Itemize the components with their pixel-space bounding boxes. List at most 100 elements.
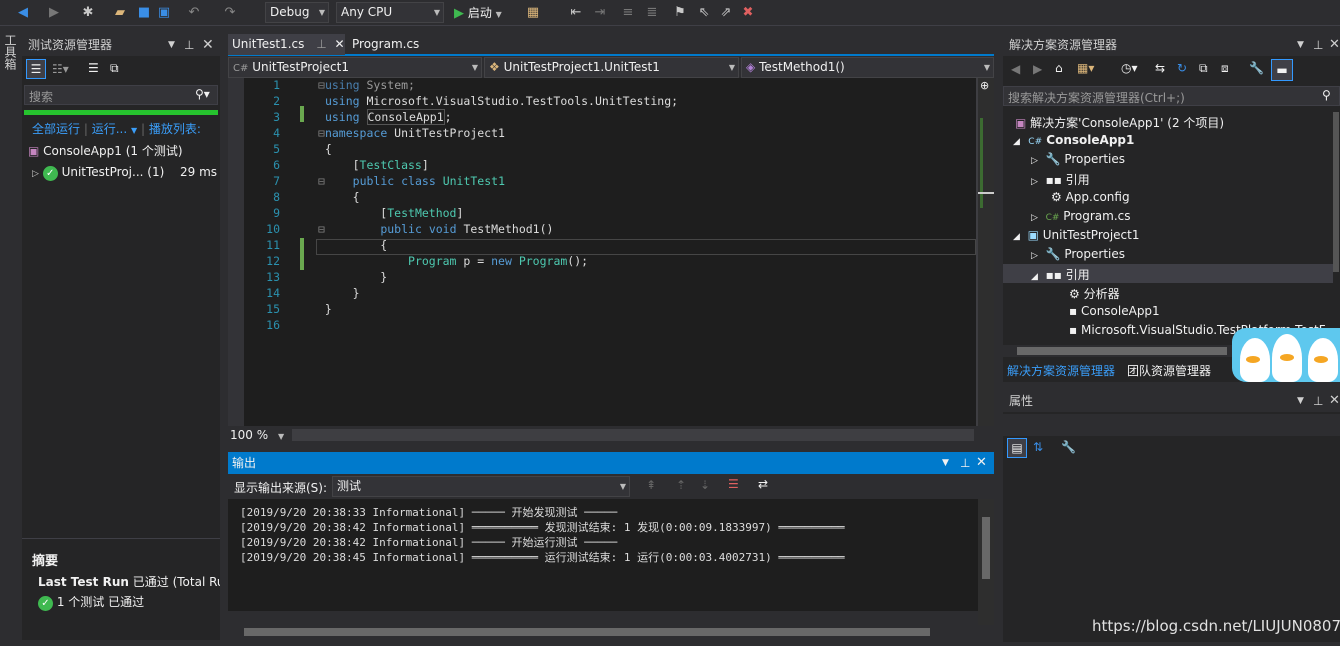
- alphabetical-icon[interactable]: ⇅: [1033, 440, 1043, 454]
- pin-icon[interactable]: ⊥: [960, 452, 970, 474]
- test-search-box[interactable]: 搜索 ⚲▾: [24, 85, 218, 105]
- pending-changes-icon[interactable]: ◷▾: [1121, 61, 1138, 75]
- expand-arrow-icon[interactable]: ▷: [1031, 177, 1038, 187]
- tree-item-analyzers[interactable]: ⚙ 分析器: [1069, 285, 1120, 302]
- tab-program[interactable]: Program.cs: [352, 34, 419, 55]
- properties-icon[interactable]: 🔧: [1249, 61, 1264, 75]
- show-all-files-icon[interactable]: ⧈: [1221, 61, 1229, 76]
- dropdown-icon[interactable]: ▼: [168, 34, 175, 56]
- bookmark-icon[interactable]: ⚑: [672, 4, 688, 22]
- tree-item-appconfig[interactable]: ⚙ App.config: [1051, 190, 1130, 204]
- switch-views-icon[interactable]: ▦▾: [1077, 61, 1094, 75]
- indent-icon[interactable]: ⇤: [568, 4, 584, 22]
- copy-icon[interactable]: ⧉: [110, 61, 119, 76]
- next-bookmark-icon[interactable]: ⇗: [718, 4, 734, 22]
- expand-arrow-icon[interactable]: ▷: [1031, 251, 1038, 261]
- clear-all-icon[interactable]: ☰: [728, 477, 739, 491]
- tab-solution-explorer[interactable]: 解决方案资源管理器: [1007, 360, 1115, 382]
- expand-arrow-icon[interactable]: ▷: [1031, 213, 1038, 223]
- code-editor[interactable]: 1 2 3 4 5 6 7 8 9 10 11 12 13 14 15 16 ⊟using System; u…: [228, 78, 978, 426]
- scroll-thumb[interactable]: [244, 628, 930, 636]
- project-nav-combo[interactable]: C# UnitTestProject1 ▼: [228, 57, 482, 78]
- next-message-icon[interactable]: ⇣: [700, 478, 710, 492]
- tree-item-references[interactable]: ▷ ▪▪ 引用: [1031, 171, 1090, 188]
- refresh-icon[interactable]: ↻: [1177, 61, 1187, 75]
- forward-icon[interactable]: ▶: [46, 4, 62, 22]
- search-icon[interactable]: ⚲▾: [195, 87, 210, 101]
- test-search-input[interactable]: 搜索: [29, 88, 53, 105]
- tree-item-references-selected[interactable]: ◢ ▪▪ 引用: [1031, 266, 1090, 283]
- tree-vertical-scrollbar[interactable]: [1333, 112, 1339, 272]
- clear-bookmarks-icon[interactable]: ✖: [740, 4, 756, 22]
- member-nav-combo[interactable]: ◈ TestMethod1() ▼: [741, 57, 994, 78]
- class-nav-combo[interactable]: ❖ UnitTestProject1.UnitTest1 ▼: [484, 57, 739, 78]
- prev-bookmark-icon[interactable]: ⇖: [696, 4, 712, 22]
- start-button[interactable]: ▶ 启动 ▼: [454, 4, 502, 22]
- save-all-icon[interactable]: ▣: [156, 4, 172, 22]
- split-icon[interactable]: ⊕: [980, 79, 989, 92]
- output-text[interactable]: [2019/9/20 20:38:33 Informational] ─────…: [228, 499, 978, 611]
- output-horizontal-scrollbar[interactable]: [228, 625, 978, 639]
- tab-team-explorer[interactable]: 团队资源管理器: [1127, 360, 1211, 382]
- new-project-icon[interactable]: ✱: [80, 4, 96, 22]
- collapse-all-icon[interactable]: ⧉: [1199, 61, 1208, 76]
- save-icon[interactable]: ■: [136, 4, 152, 22]
- tree-item-ref-consoleapp1[interactable]: ▪ ConsoleApp1: [1069, 304, 1160, 318]
- prev-message-icon[interactable]: ⇡: [676, 478, 686, 492]
- categorized-icon[interactable]: ▤: [1007, 438, 1027, 458]
- toolbar-tools-icon[interactable]: ▦: [524, 4, 542, 22]
- expand-arrow-icon[interactable]: ▷: [1031, 156, 1038, 166]
- pin-icon[interactable]: ⊥: [1313, 34, 1323, 56]
- tree-item-consoleapp1[interactable]: ◢ C# ConsoleApp1: [1013, 133, 1134, 147]
- test-project-row[interactable]: ▣ ConsoleApp1 (1 个测试): [28, 142, 183, 159]
- outdent-icon[interactable]: ⇥: [592, 4, 608, 22]
- dropdown-icon[interactable]: ▼: [1297, 390, 1304, 412]
- uncomment-icon[interactable]: ≣: [644, 4, 660, 22]
- sync-icon[interactable]: ⇆: [1155, 61, 1165, 75]
- close-icon[interactable]: ✕: [1329, 390, 1340, 412]
- editor-vertical-scrollbar[interactable]: ⊕: [978, 78, 994, 426]
- collapse-arrow-icon[interactable]: ◢: [1013, 232, 1020, 242]
- collapse-arrow-icon[interactable]: ◢: [1013, 137, 1020, 147]
- tree-item-programcs[interactable]: ▷ C# Program.cs: [1031, 209, 1131, 223]
- pin-icon[interactable]: ⊥: [184, 34, 194, 56]
- test-row[interactable]: ▷ ✓ UnitTestProj... (1) 29 ms: [32, 165, 218, 181]
- output-vertical-scrollbar[interactable]: [978, 499, 994, 625]
- scroll-thumb[interactable]: [1017, 347, 1227, 355]
- search-icon[interactable]: ⚲: [1322, 88, 1331, 102]
- back-icon[interactable]: ◀: [1011, 62, 1020, 76]
- properties-object-combo[interactable]: [1003, 414, 1340, 436]
- undo-icon[interactable]: ↶: [186, 4, 202, 22]
- preview-icon[interactable]: ▬: [1271, 59, 1293, 81]
- solution-search-box[interactable]: 搜索解决方案资源管理器(Ctrl+;) ⚲: [1003, 86, 1340, 106]
- toolbox-tab[interactable]: 工具箱: [2, 34, 19, 70]
- goto-line-icon[interactable]: ⇞: [646, 478, 656, 492]
- run-all-link[interactable]: 全部运行: [32, 122, 80, 136]
- close-icon[interactable]: ✕: [202, 34, 214, 56]
- run-link[interactable]: 运行...: [92, 122, 127, 136]
- tree-solution[interactable]: ▣ 解决方案'ConsoleApp1' (2 个项目): [1015, 114, 1224, 131]
- tree-item-properties[interactable]: ▷ 🔧 Properties: [1031, 247, 1125, 261]
- back-icon[interactable]: ◀: [14, 4, 32, 22]
- playlist-icon[interactable]: ☰: [88, 61, 99, 75]
- redo-icon[interactable]: ↷: [222, 4, 238, 22]
- tab-unittest1[interactable]: UnitTest1.cs ⊥ ✕: [228, 34, 345, 55]
- pin-icon[interactable]: ⊥: [316, 37, 326, 51]
- zoom-combo[interactable]: 100 % ▼: [230, 428, 288, 442]
- group-by-icon[interactable]: ☰: [26, 59, 46, 79]
- close-icon[interactable]: ✕: [334, 37, 344, 51]
- hierarchy-icon[interactable]: ☷▾: [52, 62, 69, 76]
- word-wrap-icon[interactable]: ⇄: [758, 477, 768, 491]
- property-pages-icon[interactable]: 🔧: [1061, 440, 1076, 454]
- expand-arrow-icon[interactable]: ▷: [32, 169, 39, 179]
- collapse-arrow-icon[interactable]: ◢: [1031, 272, 1038, 282]
- playlist-link[interactable]: 播放列表:: [149, 122, 201, 136]
- output-source-combo[interactable]: 测试 ▼: [332, 476, 630, 497]
- pin-icon[interactable]: ⊥: [1313, 390, 1323, 412]
- horizontal-scrollbar[interactable]: [292, 429, 974, 441]
- config-combo[interactable]: Debug ▼: [265, 2, 329, 23]
- dropdown-icon[interactable]: ▼: [942, 452, 949, 474]
- home-icon[interactable]: ⌂: [1055, 61, 1063, 75]
- tree-item-unittestproject1[interactable]: ◢ ▣ UnitTestProject1: [1013, 228, 1139, 242]
- forward-icon[interactable]: ▶: [1033, 62, 1042, 76]
